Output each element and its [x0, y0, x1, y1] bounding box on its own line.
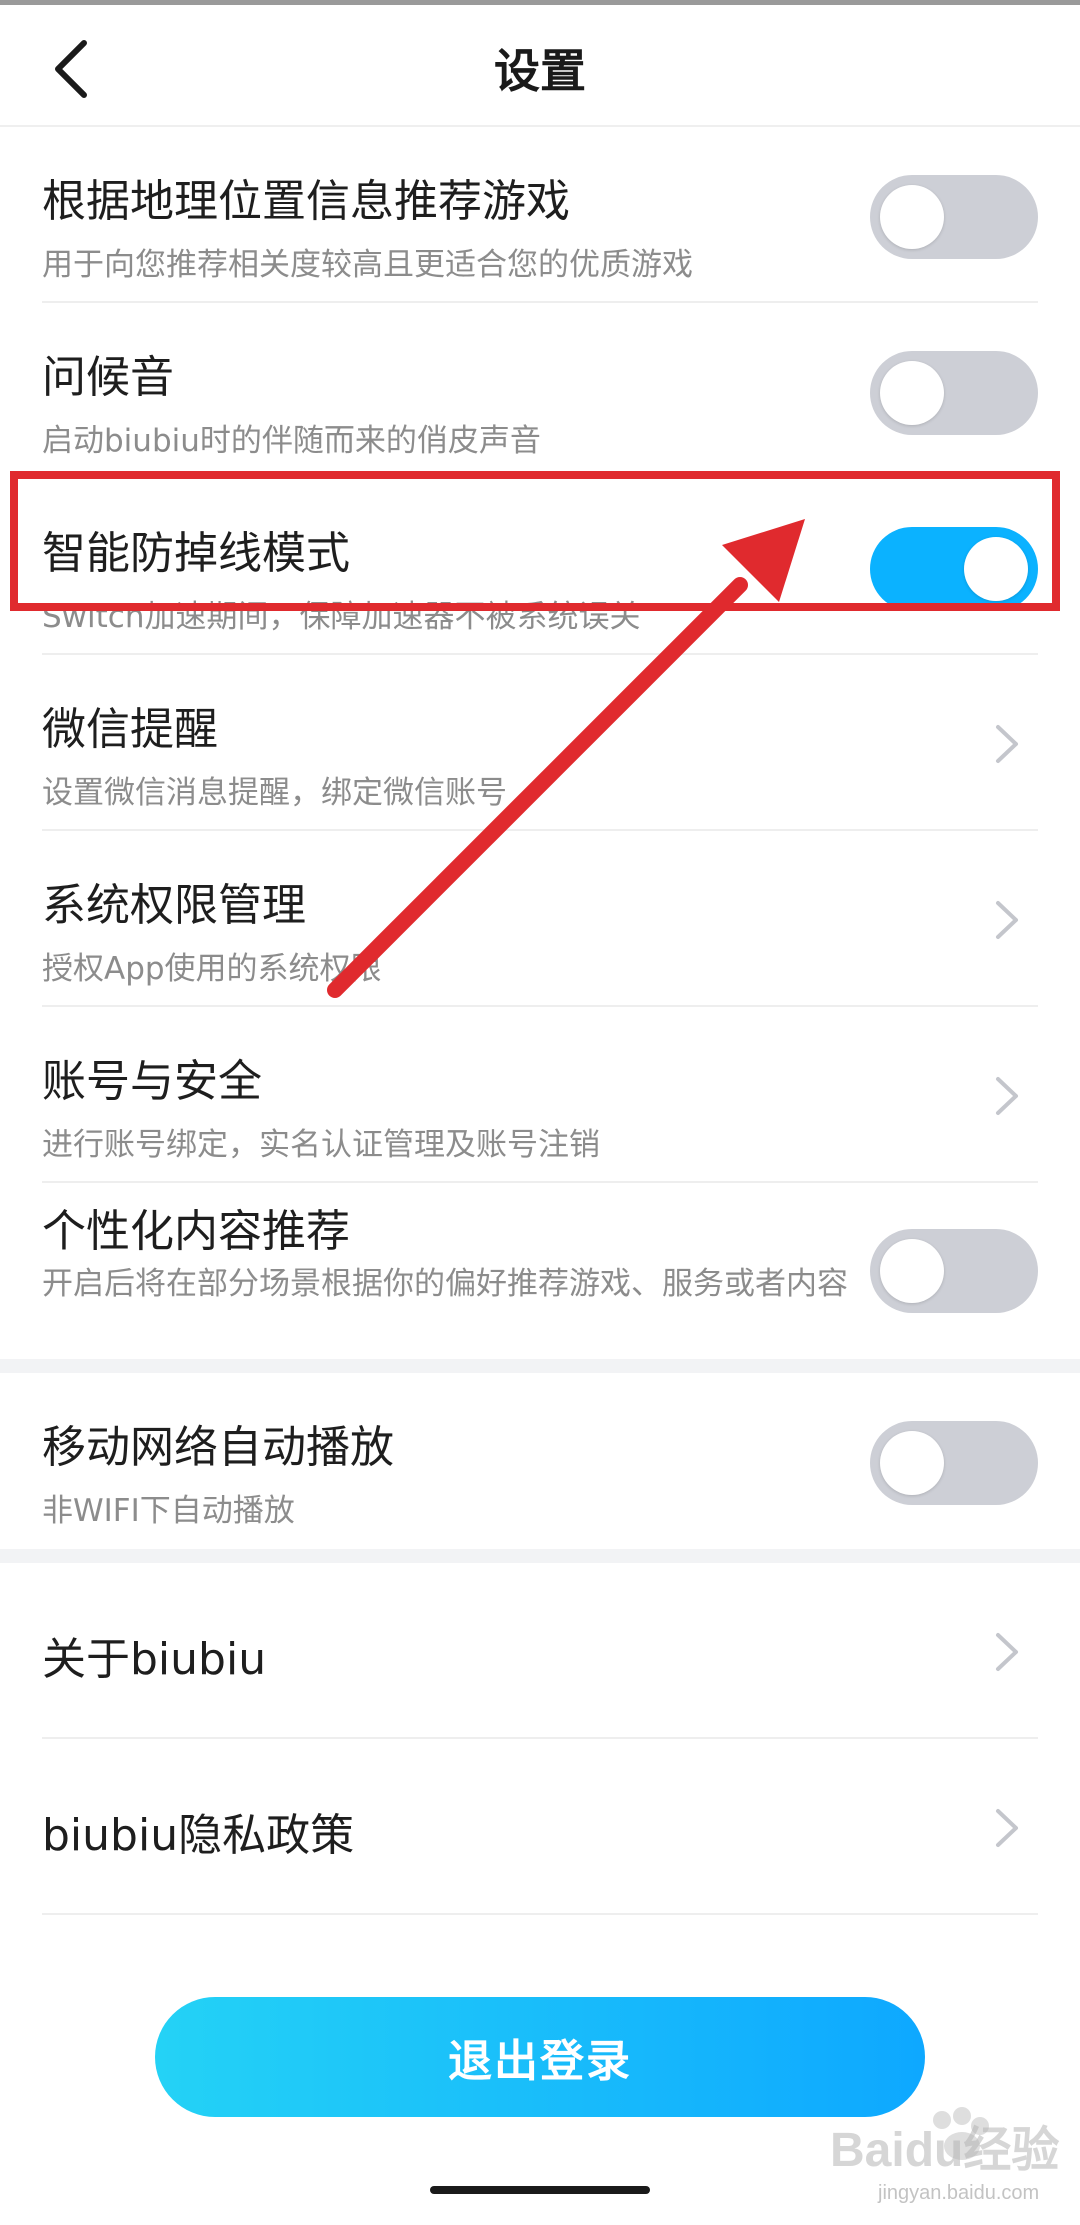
row-title: 微信提醒: [42, 704, 218, 755]
home-indicator[interactable]: [430, 2186, 650, 2194]
setting-row-personalized-content: 个性化内容推荐 开启后将在部分场景根据你的偏好推荐游戏、服务或者内容: [0, 1183, 1080, 1359]
row-subtitle: 进行账号绑定，实名认证管理及账号注销: [42, 1127, 600, 1163]
chevron-right-icon: [996, 1077, 1018, 1115]
divider: [42, 1913, 1038, 1915]
setting-row-privacy-policy[interactable]: biubiu隐私政策: [0, 1739, 1080, 1915]
greeting-sound-toggle[interactable]: [870, 351, 1038, 435]
mobile-autoplay-toggle[interactable]: [870, 1421, 1038, 1505]
row-title: 个性化内容推荐: [42, 1206, 350, 1257]
location-recommend-toggle[interactable]: [870, 175, 1038, 259]
toggle-knob: [880, 361, 944, 425]
header: 设置: [0, 5, 1080, 127]
setting-row-account-security[interactable]: 账号与安全 进行账号绑定，实名认证管理及账号注销: [0, 1007, 1080, 1183]
row-title: 系统权限管理: [42, 880, 306, 931]
row-subtitle: 启动biubiu时的伴随而来的俏皮声音: [42, 423, 541, 459]
page-title: 设置: [494, 44, 586, 98]
row-title: 移动网络自动播放: [42, 1422, 394, 1473]
row-subtitle: 授权App使用的系统权限: [42, 951, 382, 987]
row-subtitle: 非WIFI下自动播放: [42, 1493, 295, 1529]
row-title: 问候音: [42, 352, 174, 403]
personalized-content-toggle[interactable]: [870, 1229, 1038, 1313]
toggle-knob: [880, 1431, 944, 1495]
row-subtitle: 用于向您推荐相关度较高且更适合您的优质游戏: [42, 247, 693, 283]
chevron-right-icon: [996, 725, 1018, 763]
setting-row-greeting-sound: 问候音 启动biubiu时的伴随而来的俏皮声音: [0, 303, 1080, 479]
setting-row-system-permissions[interactable]: 系统权限管理 授权App使用的系统权限: [0, 831, 1080, 1007]
setting-row-location-recommend: 根据地理位置信息推荐游戏 用于向您推荐相关度较高且更适合您的优质游戏: [0, 127, 1080, 303]
row-subtitle: 开启后将在部分场景根据你的偏好推荐游戏、服务或者内容: [42, 1266, 848, 1302]
chevron-right-icon: [996, 1633, 1018, 1671]
row-title: biubiu隐私政策: [42, 1810, 355, 1861]
section-gap: [0, 1549, 1080, 1563]
chevron-right-icon: [996, 901, 1018, 939]
toggle-knob: [880, 1239, 944, 1303]
highlight-annotation-box: [10, 471, 1060, 611]
toggle-knob: [880, 185, 944, 249]
watermark-text: Baidu经验: [830, 2124, 1060, 2177]
setting-row-about[interactable]: 关于biubiu: [0, 1563, 1080, 1739]
row-title: 根据地理位置信息推荐游戏: [42, 176, 570, 227]
row-title: 账号与安全: [42, 1056, 262, 1107]
row-subtitle: 设置微信消息提醒，绑定微信账号: [42, 775, 507, 811]
setting-row-wechat-reminder[interactable]: 微信提醒 设置微信消息提醒，绑定微信账号: [0, 655, 1080, 831]
section-gap: [0, 1359, 1080, 1373]
chevron-right-icon: [996, 1809, 1018, 1847]
row-title: 关于biubiu: [42, 1634, 267, 1685]
watermark-url: jingyan.baidu.com: [878, 2182, 1040, 2204]
logout-button[interactable]: 退出登录: [155, 1997, 925, 2117]
setting-row-mobile-autoplay: 移动网络自动播放 非WIFI下自动播放: [0, 1373, 1080, 1549]
